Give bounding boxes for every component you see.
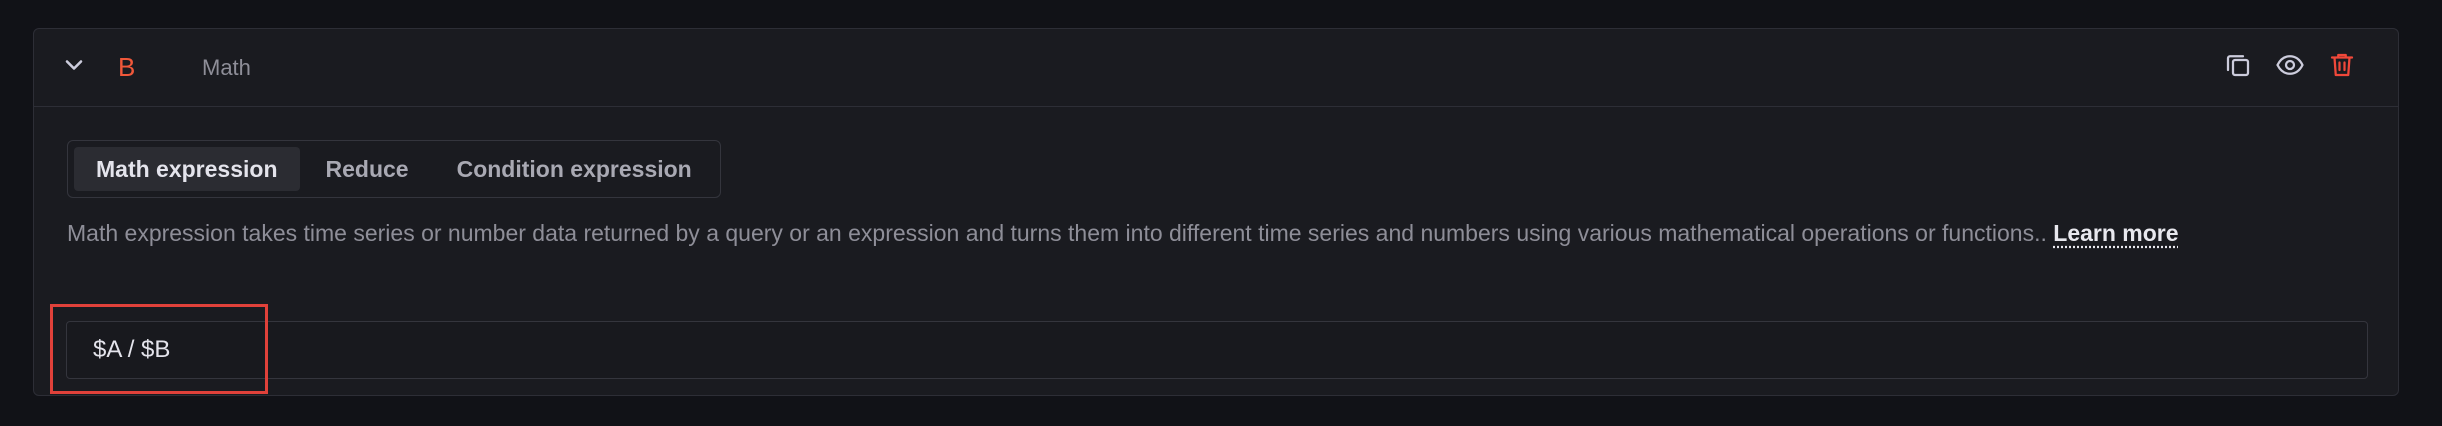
trash-icon [2327, 50, 2357, 85]
learn-more-link[interactable]: Learn more [2053, 220, 2178, 246]
query-header: B Math [34, 29, 2398, 107]
tab-math-expression[interactable]: Math expression [74, 147, 300, 191]
chevron-down-icon [62, 53, 86, 82]
collapse-query-button[interactable] [54, 47, 94, 87]
duplicate-query-button[interactable] [2218, 47, 2258, 87]
delete-query-button[interactable] [2322, 47, 2362, 87]
query-actions [2218, 47, 2362, 87]
toggle-visibility-button[interactable] [2270, 47, 2310, 87]
tab-condition-expression[interactable]: Condition expression [435, 147, 714, 191]
page: B Math Math expression Reduce Condition … [0, 0, 2442, 426]
copy-icon [2223, 50, 2253, 85]
query-ref-id[interactable]: B [118, 49, 135, 85]
expression-type-label: Math [202, 55, 251, 80]
math-expression-input[interactable] [66, 321, 2368, 379]
eye-icon [2275, 50, 2305, 85]
expression-description: Math expression takes time series or num… [67, 215, 2397, 251]
description-text: Math expression takes time series or num… [67, 220, 2054, 246]
expression-query-panel: B Math Math expression Reduce Condition … [33, 28, 2399, 396]
expression-tabs: Math expression Reduce Condition express… [67, 140, 721, 198]
tab-reduce[interactable]: Reduce [304, 147, 431, 191]
